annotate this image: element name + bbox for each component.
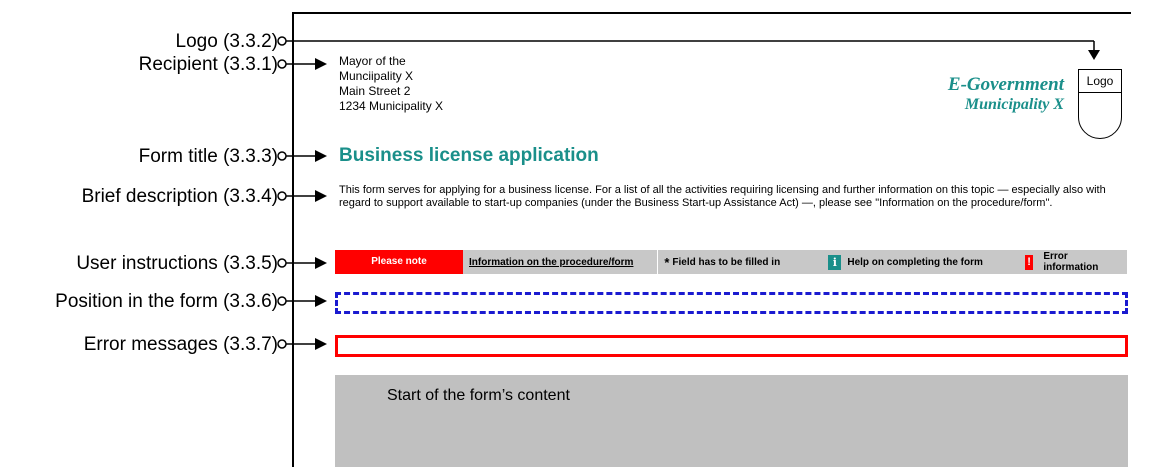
arrowhead-description bbox=[315, 190, 327, 202]
recipient-address: Mayor of the Munciipality X Main Street … bbox=[339, 54, 443, 114]
form-position-indicator bbox=[335, 292, 1128, 314]
connector-dot-errors bbox=[277, 339, 287, 349]
recipient-line: 1234 Municipality X bbox=[339, 99, 444, 113]
egov-line1: E-Government bbox=[947, 74, 1064, 95]
recipient-line: Munciipality X bbox=[339, 69, 414, 83]
connector-dot-description bbox=[277, 191, 287, 201]
form-content-area: Start of the form’s content bbox=[335, 375, 1128, 467]
error-legend: ! Error information bbox=[1015, 250, 1127, 274]
connector-dot-instructions bbox=[277, 258, 287, 268]
required-asterisk: * bbox=[664, 254, 670, 270]
arrowhead-position bbox=[315, 295, 327, 307]
required-field-text: Field has to be filled in bbox=[672, 256, 781, 268]
connector-dot-logo bbox=[277, 36, 287, 46]
error-messages-box bbox=[335, 335, 1128, 357]
please-note-button[interactable]: Please note bbox=[335, 250, 463, 274]
procedure-info-link[interactable]: Information on the procedure/form bbox=[463, 250, 657, 274]
procedure-info-link-text[interactable]: Information on the procedure/form bbox=[469, 257, 633, 268]
egov-branding: E-Government Municipality X bbox=[900, 74, 1064, 114]
info-icon: i bbox=[828, 254, 842, 270]
arrowhead-form-title bbox=[315, 150, 327, 162]
user-instructions-bar: Please note Information on the procedure… bbox=[335, 250, 1127, 274]
error-info-text: Error information bbox=[1043, 251, 1099, 273]
form-title: Business license application bbox=[339, 145, 599, 166]
recipient-line: Mayor of the bbox=[339, 54, 406, 68]
egov-line2: Municipality X bbox=[964, 96, 1064, 113]
connector-dot-form-title bbox=[277, 151, 287, 161]
recipient-line: Main Street 2 bbox=[339, 84, 411, 98]
error-icon: ! bbox=[1024, 254, 1034, 270]
arrowhead-errors bbox=[315, 338, 327, 350]
arrowhead-logo bbox=[1088, 50, 1100, 60]
arrowhead-recipient bbox=[315, 58, 327, 70]
logo: Logo bbox=[1078, 69, 1122, 139]
help-legend: i Help on completing the form bbox=[822, 250, 1015, 274]
connector-dot-position bbox=[277, 296, 287, 306]
form-content-label: Start of the form’s content bbox=[387, 387, 570, 404]
help-text: Help on completing the form bbox=[847, 256, 983, 268]
arrowhead-instructions bbox=[315, 257, 327, 269]
logo-label: Logo bbox=[1079, 70, 1121, 93]
required-field-legend: * Field has to be filled in bbox=[658, 250, 822, 274]
form-description: This form serves for applying for a busi… bbox=[339, 184, 1106, 209]
connector-dot-recipient bbox=[277, 59, 287, 69]
